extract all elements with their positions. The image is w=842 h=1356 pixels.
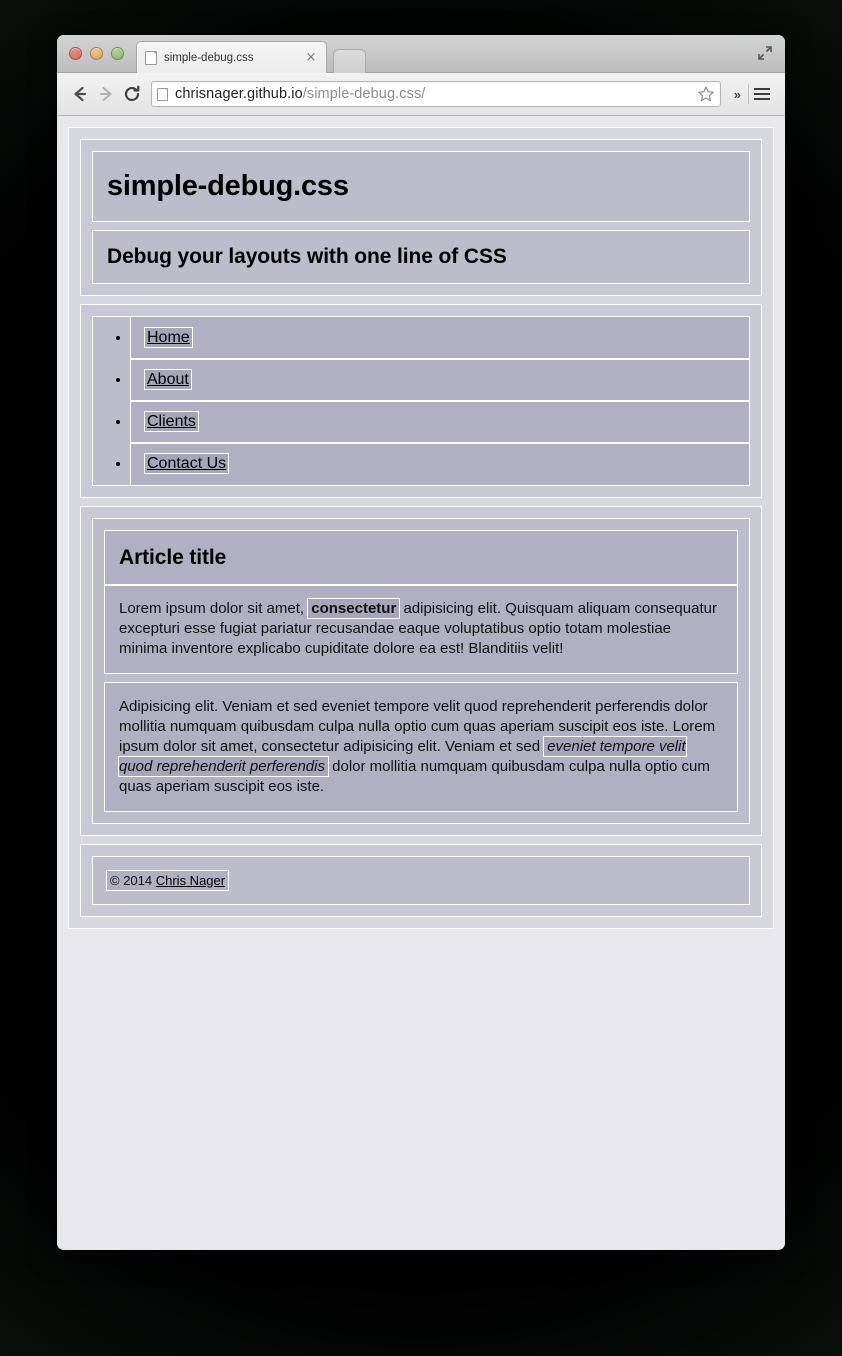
hamburger-icon[interactable] (749, 81, 775, 107)
site-nav: Home About Clients Contact Us (80, 304, 762, 498)
close-window-button[interactable] (69, 47, 82, 60)
nav-link-clients[interactable]: Clients (144, 411, 199, 432)
fullscreen-icon[interactable] (757, 45, 773, 61)
reload-icon[interactable] (119, 81, 145, 107)
browser-toolbar: chrisnager.github.io/simple-debug.css/ » (57, 73, 785, 116)
main-content: Article title Lorem ipsum dolor sit amet… (80, 506, 762, 836)
address-bar[interactable]: chrisnager.github.io/simple-debug.css/ (151, 81, 721, 107)
browser-tab[interactable]: simple-debug.css × (136, 41, 327, 73)
url-domain: chrisnager.github.io (175, 86, 303, 102)
nav-item-about[interactable]: About (130, 358, 750, 402)
author-link[interactable]: Chris Nager (156, 873, 225, 888)
back-icon[interactable] (67, 81, 93, 107)
url-path: /simple-debug.css/ (302, 86, 426, 102)
page-header: simple-debug.css Debug your layouts with… (80, 139, 762, 296)
page-title: simple-debug.css (92, 151, 750, 222)
browser-window: simple-debug.css × chrisnager.github.io/… (57, 35, 785, 1250)
article-paragraph-2: Adipisicing elit. Veniam et sed eveniet … (104, 681, 738, 812)
window-traffic-lights (69, 47, 124, 60)
page-body-container: simple-debug.css Debug your layouts with… (68, 127, 774, 929)
browser-tab-strip: simple-debug.css × (57, 35, 785, 73)
maximize-window-button[interactable] (111, 47, 124, 60)
nav-link-about[interactable]: About (144, 369, 192, 390)
nav-item-home[interactable]: Home (130, 316, 750, 360)
paragraph-1-highlight: consectetur (307, 598, 401, 619)
copyright-prefix: © 2014 (110, 872, 156, 888)
star-icon[interactable] (697, 85, 715, 103)
forward-icon[interactable] (93, 81, 119, 107)
address-bar-url: chrisnager.github.io/simple-debug.css/ (175, 86, 425, 102)
nav-link-home[interactable]: Home (144, 327, 193, 348)
new-tab-button[interactable] (333, 49, 366, 73)
page-viewport: simple-debug.css Debug your layouts with… (57, 116, 785, 1249)
minimize-window-button[interactable] (90, 47, 103, 60)
toolbar-overflow-button[interactable]: » (727, 87, 748, 102)
nav-item-clients[interactable]: Clients (130, 400, 750, 444)
paragraph-1-text-before: Lorem ipsum dolor sit amet, (119, 600, 309, 617)
nav-link-contact-us[interactable]: Contact Us (143, 453, 230, 474)
page-footer: © 2014 Chris Nager (80, 843, 762, 917)
browser-tab-title: simple-debug.css (164, 51, 254, 64)
close-tab-icon[interactable]: × (304, 51, 318, 65)
article-paragraph-1: Lorem ipsum dolor sit amet, consectetur … (104, 584, 738, 674)
page-icon (145, 50, 157, 65)
page-security-icon (157, 87, 168, 101)
footer-inner: © 2014 Chris Nager (92, 855, 750, 905)
page-tagline: Debug your layouts with one line of CSS (92, 230, 750, 284)
nav-list: Home About Clients Contact Us (92, 316, 750, 486)
article: Article title Lorem ipsum dolor sit amet… (92, 518, 750, 824)
nav-item-contact-us[interactable]: Contact Us (130, 442, 750, 486)
copyright-notice: © 2014 Chris Nager (105, 869, 230, 891)
article-title: Article title (104, 530, 738, 586)
